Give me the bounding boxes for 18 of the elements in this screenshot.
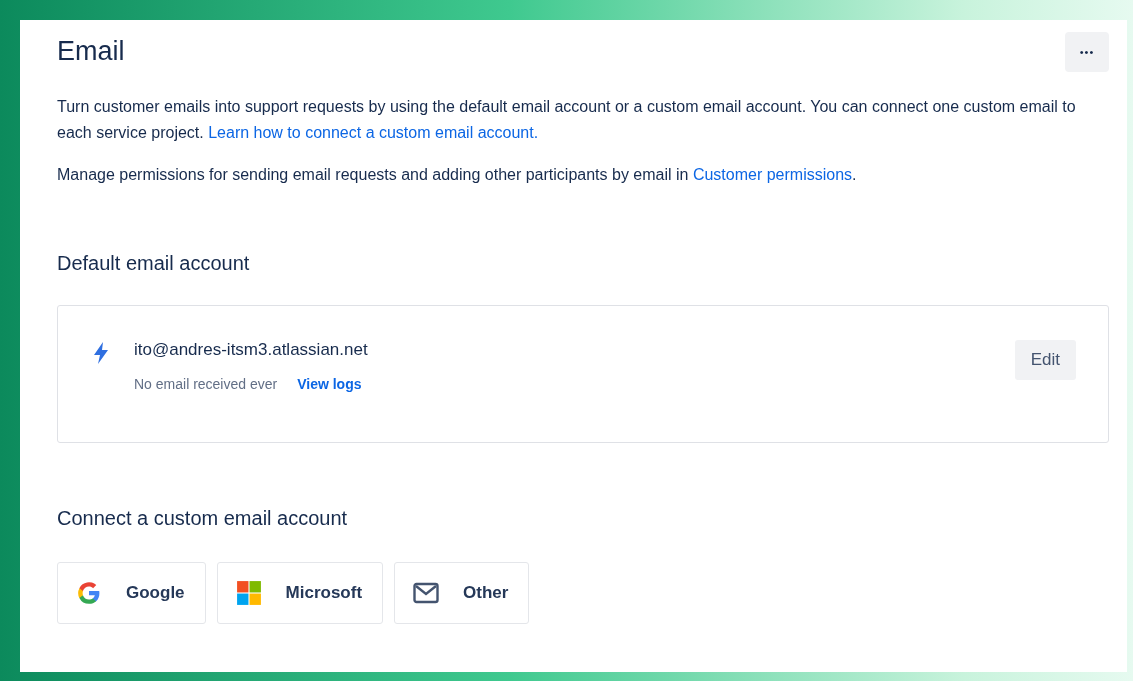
four-squares-icon — [235, 580, 262, 606]
page-title: Email — [57, 36, 125, 67]
section-heading: Connect a custom email account — [57, 507, 349, 530]
envelope-icon — [413, 580, 440, 606]
provider-button[interactable]: Other — [394, 562, 530, 624]
description: Turn customer emails into support requests by using the default email account or a custom email account. You can connect one custom email to each service project. Learn how to connect a custom email account. — [57, 97, 1077, 143]
edit-button[interactable]: Edit — [1014, 340, 1076, 380]
lightning-icon — [92, 342, 110, 364]
link[interactable]: Learn how to connect a custom email account. — [208, 124, 539, 141]
provider-button[interactable]: Microsoft — [216, 562, 384, 624]
email-address: ito@andres-itsm3.atlassian.net — [134, 340, 369, 360]
status-text: No email received ever — [134, 376, 278, 392]
section-heading: Default email account — [57, 252, 251, 275]
provider-button[interactable]: Google — [57, 562, 206, 624]
view-logs-link[interactable]: View logs — [297, 376, 362, 392]
more-button[interactable]: ••• — [1065, 32, 1109, 72]
google-g-icon — [76, 580, 102, 606]
description: Manage permissions for sending email requests and adding other participants by email in Customer permissions. — [57, 165, 858, 185]
